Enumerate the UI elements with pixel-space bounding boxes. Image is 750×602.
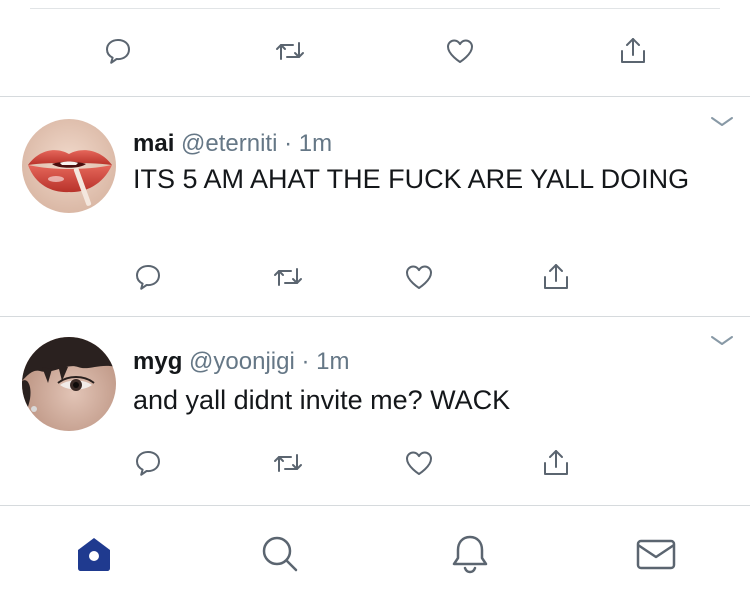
tab-notifications[interactable] xyxy=(448,532,492,576)
reply-button[interactable] xyxy=(98,31,138,71)
tweet-header: mai @eterniti · 1m xyxy=(133,130,332,158)
display-name[interactable]: myg xyxy=(133,348,182,375)
face-avatar[interactable] xyxy=(22,337,116,431)
chevron-down-icon xyxy=(711,336,733,345)
handle[interactable]: @yoonjigi xyxy=(189,348,295,375)
chevron-down-icon xyxy=(711,117,733,126)
tweet[interactable]: myg @yoonjigi · 1m and yall didnt invite… xyxy=(0,317,750,505)
separator-dot: · xyxy=(284,130,293,157)
separator-dot: · xyxy=(301,348,310,375)
timestamp[interactable]: 1m xyxy=(316,348,349,375)
tweet-text: ITS 5 AM AHAT THE FUCK ARE YALL DOING xyxy=(133,164,690,194)
retweet-button[interactable] xyxy=(268,257,308,297)
home-icon xyxy=(78,538,110,571)
share-icon xyxy=(544,264,568,289)
lips-avatar[interactable] xyxy=(22,119,116,213)
retweet-button[interactable] xyxy=(270,31,310,71)
tweet-header: myg @yoonjigi · 1m xyxy=(133,348,349,376)
retweet-button[interactable] xyxy=(268,443,308,483)
tab-bar xyxy=(0,505,750,602)
reply-button[interactable] xyxy=(128,443,168,483)
tweet-menu-button[interactable] xyxy=(708,111,736,131)
share-button[interactable] xyxy=(613,31,653,71)
mail-icon xyxy=(636,539,676,570)
heart-icon xyxy=(406,451,432,475)
tab-home[interactable] xyxy=(72,532,116,576)
display-name[interactable]: mai xyxy=(133,130,174,157)
tab-search[interactable] xyxy=(258,532,302,576)
share-button[interactable] xyxy=(536,443,576,483)
timestamp[interactable]: 1m xyxy=(299,130,332,157)
tweet-menu-button[interactable] xyxy=(708,330,736,350)
reply-icon xyxy=(106,39,130,64)
heart-icon xyxy=(447,39,473,63)
retweet-icon xyxy=(274,454,302,472)
share-icon xyxy=(544,450,568,475)
share-button[interactable] xyxy=(536,257,576,297)
tweet-text: and yall didnt invite me? WACK xyxy=(133,385,511,415)
tab-messages[interactable] xyxy=(634,532,678,576)
tweet[interactable]: mai @eterniti · 1m ITS 5 AM AHAT THE FUC… xyxy=(0,97,750,317)
heart-icon xyxy=(406,265,432,289)
top-divider xyxy=(30,8,720,9)
tweet-actions xyxy=(0,443,750,483)
previous-tweet-actions xyxy=(0,31,750,71)
tweet-actions xyxy=(0,257,750,297)
retweet-icon xyxy=(274,268,302,286)
share-icon xyxy=(621,38,645,63)
retweet-icon xyxy=(276,42,304,60)
like-button[interactable] xyxy=(399,443,439,483)
bell-icon xyxy=(452,535,488,574)
like-button[interactable] xyxy=(399,257,439,297)
reply-icon xyxy=(136,451,160,476)
handle[interactable]: @eterniti xyxy=(181,130,277,157)
reply-button[interactable] xyxy=(128,257,168,297)
reply-icon xyxy=(136,265,160,290)
search-icon xyxy=(262,536,298,572)
like-button[interactable] xyxy=(440,31,480,71)
